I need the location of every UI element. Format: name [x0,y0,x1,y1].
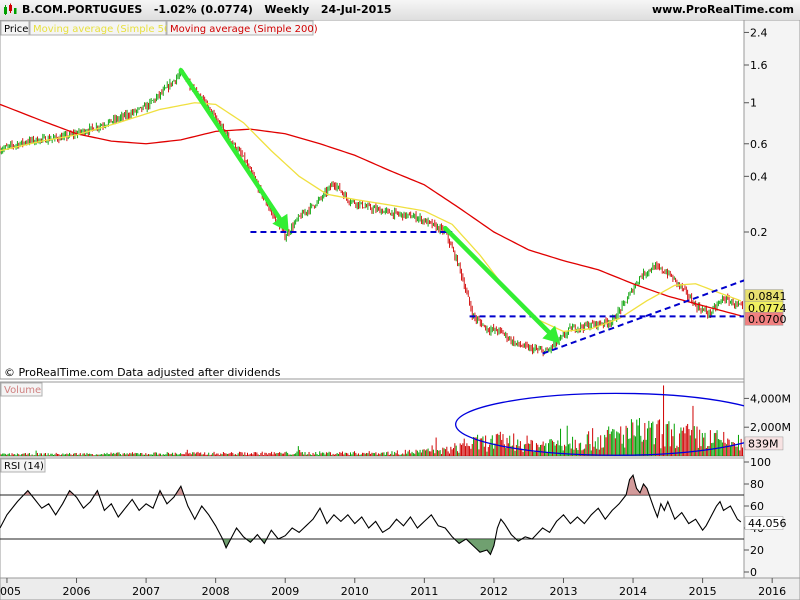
price-tick-label: 0.6 [750,138,768,151]
rsi-legend: RSI (14) [0,458,46,473]
site-name[interactable]: www.ProRealTime.com [652,3,794,16]
rsi-tick-label: 20 [750,544,764,557]
time-tick-label: 2007 [132,585,160,598]
period: Weekly [264,3,310,16]
volume-title: Volume [4,385,41,396]
rsi-tick-label: 80 [750,478,764,491]
volume-tick-label: 2,000M [750,421,791,434]
price-tick-label: 0.2 [750,226,768,239]
price-panel [0,20,745,380]
price-tick-label: 1.6 [750,59,768,72]
time-tick-label: 2015 [689,585,717,598]
chart-date: 24-Jul-2015 [320,3,392,16]
copyright-note: © ProRealTime.com Data adjusted after di… [4,366,281,379]
volume-tick-label: 4,000M [750,392,791,405]
time-tick-label: 2009 [271,585,299,598]
rsi-tick-label: 60 [750,500,764,513]
symbol-name: B.COM.PORTUGUES [22,3,143,16]
time-tick-label: 2016 [758,585,786,598]
price-tick-label: 1 [750,97,757,110]
rsi-tick-label: 100 [750,456,771,469]
legend: Price Moving average (Simple 50) Moving … [0,20,318,36]
chart-canvas: 2.41.610.60.40.24,000M2,000M100806040200… [0,20,800,600]
time-tick-label: 2011 [410,585,438,598]
volume-legend: Volume [0,382,43,397]
chart-title: B.COM.PORTUGUES -1.02% (0.0774) Weekly 2… [22,3,392,16]
rsi-value-label: 44.056 [748,517,787,530]
price-change: -1.02% (0.0774) [153,3,253,16]
time-tick-label: 2014 [619,585,647,598]
rsi-tick-label: 0 [750,566,757,579]
legend-ma50: Moving average (Simple 50) [33,24,174,35]
chart-window: B.COM.PORTUGUES -1.02% (0.0774) Weekly 2… [0,0,800,600]
chart-header: B.COM.PORTUGUES -1.02% (0.0774) Weekly 2… [0,0,800,21]
legend-ma200: Moving average (Simple 200) [170,24,318,35]
price-value-label: 0.0700 [748,313,787,326]
volume-value-label: 839M [748,437,779,450]
candlestick-bars-icon[interactable] [3,3,17,16]
price-tick-label: 2.4 [750,26,768,39]
time-axis-area[interactable] [0,577,800,600]
time-tick-label: 2005 [0,585,21,598]
time-tick-label: 2006 [63,585,91,598]
time-tick-label: 2010 [341,585,369,598]
rsi-title: RSI (14) [4,461,44,472]
time-tick-label: 2012 [480,585,508,598]
price-tick-label: 0.4 [750,170,768,183]
legend-price: Price [4,24,28,35]
time-tick-label: 2013 [549,585,577,598]
time-tick-label: 2008 [202,585,230,598]
